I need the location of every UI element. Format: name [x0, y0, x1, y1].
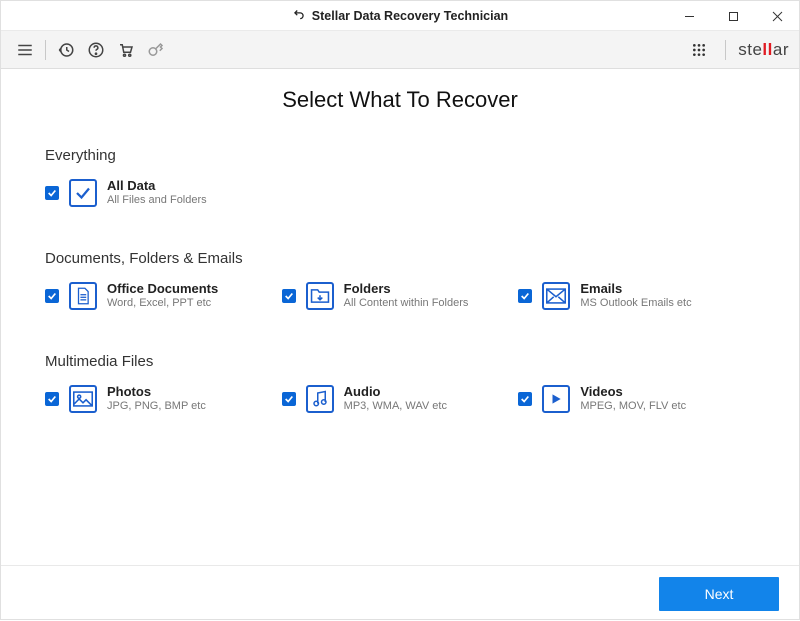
- option-title: Photos: [107, 384, 206, 400]
- titlebar: Stellar Data Recovery Technician: [1, 1, 799, 31]
- section-everything: Everything All Data All Files and Folder…: [45, 147, 755, 208]
- toolbar: stellar: [1, 31, 799, 69]
- option-title: Emails: [580, 281, 691, 297]
- checkbox-folders[interactable]: [282, 289, 296, 303]
- menu-button[interactable]: [11, 36, 39, 64]
- content: Select What To Recover Everything All Da…: [1, 69, 799, 565]
- option-sub: MS Outlook Emails etc: [580, 297, 691, 311]
- section-title-everything: Everything: [45, 147, 755, 164]
- section-title-multimedia: Multimedia Files: [45, 353, 755, 370]
- title-wrap: Stellar Data Recovery Technician: [292, 7, 508, 24]
- window-controls: [667, 1, 799, 31]
- music-note-icon: [306, 385, 334, 413]
- history-button[interactable]: [52, 36, 80, 64]
- checkbox-all-data[interactable]: [45, 186, 59, 200]
- option-sub: MPEG, MOV, FLV etc: [580, 400, 686, 414]
- option-office-documents: Office Documents Word, Excel, PPT etc: [45, 281, 282, 311]
- cart-button[interactable]: [112, 36, 140, 64]
- maximize-button[interactable]: [711, 1, 755, 31]
- checkbox-office-documents[interactable]: [45, 289, 59, 303]
- separator: [45, 40, 46, 60]
- brand-logo: stellar: [738, 40, 789, 60]
- option-photos: Photos JPG, PNG, BMP etc: [45, 384, 282, 414]
- option-sub: JPG, PNG, BMP etc: [107, 400, 206, 414]
- section-documents: Documents, Folders & Emails Office Docum…: [45, 250, 755, 311]
- option-all-data: All Data All Files and Folders: [45, 178, 295, 208]
- option-folders: Folders All Content within Folders: [282, 281, 519, 311]
- page-title: Select What To Recover: [45, 87, 755, 113]
- minimize-button[interactable]: [667, 1, 711, 31]
- play-icon: [542, 385, 570, 413]
- checkbox-emails[interactable]: [518, 289, 532, 303]
- next-button[interactable]: Next: [659, 577, 779, 611]
- option-title: Folders: [344, 281, 469, 297]
- section-multimedia: Multimedia Files Photos JPG, PNG, BMP et…: [45, 353, 755, 414]
- option-title: Videos: [580, 384, 686, 400]
- option-title: Audio: [344, 384, 447, 400]
- option-title: All Data: [107, 178, 207, 194]
- checkbox-videos[interactable]: [518, 392, 532, 406]
- folder-icon: [306, 282, 334, 310]
- checkbox-audio[interactable]: [282, 392, 296, 406]
- activate-button[interactable]: [142, 36, 170, 64]
- option-sub: All Files and Folders: [107, 194, 207, 208]
- option-videos: Videos MPEG, MOV, FLV etc: [518, 384, 755, 414]
- window-title: Stellar Data Recovery Technician: [312, 9, 508, 23]
- close-button[interactable]: [755, 1, 799, 31]
- option-emails: Emails MS Outlook Emails etc: [518, 281, 755, 311]
- section-title-documents: Documents, Folders & Emails: [45, 250, 755, 267]
- option-sub: Word, Excel, PPT etc: [107, 297, 218, 311]
- checkmark-icon: [69, 179, 97, 207]
- envelope-icon: [542, 282, 570, 310]
- footer: Next: [1, 565, 799, 621]
- separator: [725, 40, 726, 60]
- option-audio: Audio MP3, WMA, WAV etc: [282, 384, 519, 414]
- help-button[interactable]: [82, 36, 110, 64]
- option-sub: All Content within Folders: [344, 297, 469, 311]
- back-arrow-icon: [292, 7, 306, 24]
- checkbox-photos[interactable]: [45, 392, 59, 406]
- apps-grid-button[interactable]: [685, 36, 713, 64]
- image-icon: [69, 385, 97, 413]
- option-title: Office Documents: [107, 281, 218, 297]
- document-icon: [69, 282, 97, 310]
- option-sub: MP3, WMA, WAV etc: [344, 400, 447, 414]
